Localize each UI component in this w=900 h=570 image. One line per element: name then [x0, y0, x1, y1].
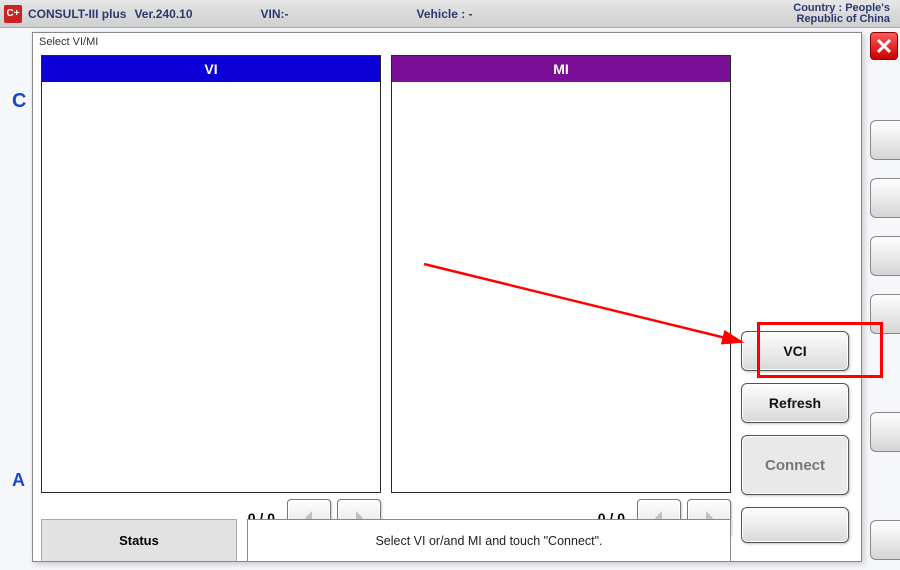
side-ghost-button [870, 236, 900, 276]
app-logo-icon: C+ [4, 5, 22, 23]
dialog-title: Select VI/MI [33, 33, 861, 51]
dialog-actions: VCI Refresh Connect [741, 55, 853, 543]
mi-panel-body [392, 82, 730, 492]
refresh-button[interactable]: Refresh [741, 383, 849, 423]
vi-panel-body [42, 82, 380, 492]
select-vi-mi-dialog: Select VI/MI VI 0 / 0 MI [32, 32, 862, 562]
country-label: Country : People's Republic of China [793, 3, 896, 25]
side-ghost-button [870, 120, 900, 160]
background-text: C [12, 90, 26, 113]
side-ghost-button [870, 178, 900, 218]
background-text: A [12, 470, 25, 491]
vin-label: VIN:- [261, 7, 289, 21]
app-header: C+ CONSULT-III plus Ver.240.10 VIN:- Veh… [0, 0, 900, 28]
dialog-bottom-bar: Status Select VI or/and MI and touch "Co… [41, 519, 731, 561]
side-ghost-button [870, 294, 900, 334]
side-ghost-button [870, 520, 900, 560]
status-label: Status [41, 519, 237, 561]
app-name: CONSULT-III plus [28, 7, 126, 21]
vci-button[interactable]: VCI [741, 331, 849, 371]
background-side-buttons [870, 120, 900, 560]
extra-button[interactable] [741, 507, 849, 543]
vi-panel-header: VI [42, 56, 380, 82]
close-button[interactable] [870, 32, 898, 60]
vi-panel[interactable]: VI [41, 55, 381, 493]
hint-text: Select VI or/and MI and touch "Connect". [247, 519, 731, 561]
mi-panel[interactable]: MI [391, 55, 731, 493]
mi-panel-header: MI [392, 56, 730, 82]
side-ghost-button [870, 412, 900, 452]
vehicle-label: Vehicle : - [417, 7, 473, 21]
app-version: Ver.240.10 [134, 7, 192, 21]
close-icon [876, 38, 892, 54]
connect-button[interactable]: Connect [741, 435, 849, 495]
